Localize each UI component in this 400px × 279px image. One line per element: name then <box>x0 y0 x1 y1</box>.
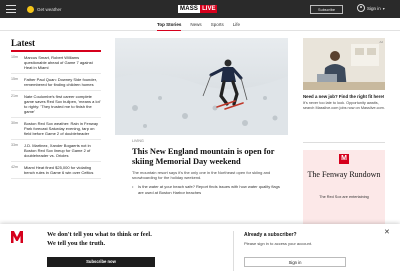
ad-image: Ad <box>303 38 385 90</box>
promo-title: The Fenway Rundown <box>307 170 381 179</box>
modal-sign-in-button[interactable]: Sign in <box>244 257 346 267</box>
latest-headline: Miami Heat fined $25,000 for violating b… <box>24 164 94 175</box>
logo-live: LIVE <box>200 5 218 13</box>
promo-text: The Red Sox are entertaining <box>319 195 369 199</box>
latest-time: 21m <box>11 93 18 98</box>
site-logo[interactable]: MASS LIVE <box>178 4 218 14</box>
weather-label: Get weather <box>37 6 62 12</box>
masslive-logo-icon: M <box>339 154 349 164</box>
main-story: LIVING This New England mountain is open… <box>132 139 282 195</box>
subscribe-now-button[interactable]: Subscribe now <box>47 257 155 267</box>
newsletter-promo[interactable]: M The Fenway Rundown The Red Sox are ent… <box>303 150 385 230</box>
subscriber-question: Already a subscriber? <box>244 232 297 238</box>
modal-slogan-line2: We tell you the truth. <box>47 240 106 247</box>
close-icon[interactable]: ✕ <box>384 229 390 236</box>
latest-divider <box>11 50 101 52</box>
latest-headline: Boston Red Sox weather: Rain in Fenway P… <box>24 120 99 136</box>
related-story-link[interactable]: Is the water at your beach safe? Report … <box>132 184 282 194</box>
weather-widget[interactable]: Get weather <box>27 4 62 14</box>
nav-life[interactable]: Life <box>233 18 240 31</box>
signin-prompt: Please sign in to access your account. <box>244 241 313 246</box>
hamburger-menu-icon[interactable] <box>6 5 16 13</box>
jobs-ad[interactable]: Ad Need a new job? Find the right fit he… <box>303 38 385 138</box>
chevron-down-icon: ▾ <box>382 5 385 11</box>
sign-in-label: Sign in <box>367 5 381 11</box>
story-summary: The mountain resort says it's the only o… <box>132 170 271 181</box>
ad-text: It's never too late to look. Opportunity… <box>303 101 385 111</box>
latest-item[interactable]: 42m Miami Heat fined $25,000 for violati… <box>11 165 101 179</box>
latest-time: 15m <box>11 76 18 81</box>
latest-time: 33m <box>11 142 18 147</box>
section-nav: Top Stories News Sports Life <box>0 18 400 31</box>
latest-time: 30m <box>11 120 18 125</box>
user-icon <box>357 4 365 12</box>
latest-item[interactable]: 30m Boston Red Sox weather: Rain in Fenw… <box>11 121 101 140</box>
story-headline[interactable]: This New England mountain is open for sk… <box>132 147 282 167</box>
latest-column: Latest 10m Marcus Smart, Robert Williams… <box>11 38 101 182</box>
latest-item[interactable]: 33m J.D. Martinez, Xander Bogaerts not i… <box>11 143 101 162</box>
logo-mass: MASS <box>178 5 201 13</box>
ad-title[interactable]: Need a new job? Find the right fit here! <box>303 94 385 99</box>
latest-time: 10m <box>11 54 18 59</box>
latest-time: 42m <box>11 164 18 169</box>
sign-in-button[interactable]: Sign in ▾ <box>357 4 385 12</box>
subscribe-button[interactable]: Subscribe <box>310 5 343 14</box>
latest-item[interactable]: 21m Nate Coulombe's first career complet… <box>11 94 101 118</box>
modal-divider <box>233 231 234 271</box>
latest-headline: Marcus Smart, Robert Williams questionab… <box>24 54 93 70</box>
latest-heading: Latest <box>11 38 35 48</box>
ad-label: Ad <box>379 40 383 44</box>
subscription-modal: We don't tell you what to think or feel.… <box>0 224 400 279</box>
top-bar: Get weather MASS LIVE Subscribe Sign in … <box>0 0 400 18</box>
nav-sports[interactable]: Sports <box>211 18 224 31</box>
modal-slogan-line1: We don't tell you what to think or feel. <box>47 231 152 238</box>
latest-item[interactable]: 10m Marcus Smart, Robert Williams questi… <box>11 55 101 74</box>
latest-headline: J.D. Martinez, Xander Bogaerts not in Bo… <box>24 142 91 158</box>
latest-headline: Father Paul Quan: Downey Side founder, r… <box>24 76 97 87</box>
column-divider <box>303 142 385 143</box>
sun-icon <box>27 5 34 13</box>
masslive-logo-icon <box>10 230 24 244</box>
latest-item[interactable]: 15m Father Paul Quan: Downey Side founde… <box>11 77 101 91</box>
nav-news[interactable]: News <box>190 18 201 31</box>
main-story-image[interactable] <box>115 38 288 135</box>
nav-top-stories[interactable]: Top Stories <box>157 18 182 31</box>
story-kicker[interactable]: LIVING <box>132 139 282 143</box>
latest-headline: Nate Coulombe's first career complete ga… <box>24 93 101 114</box>
